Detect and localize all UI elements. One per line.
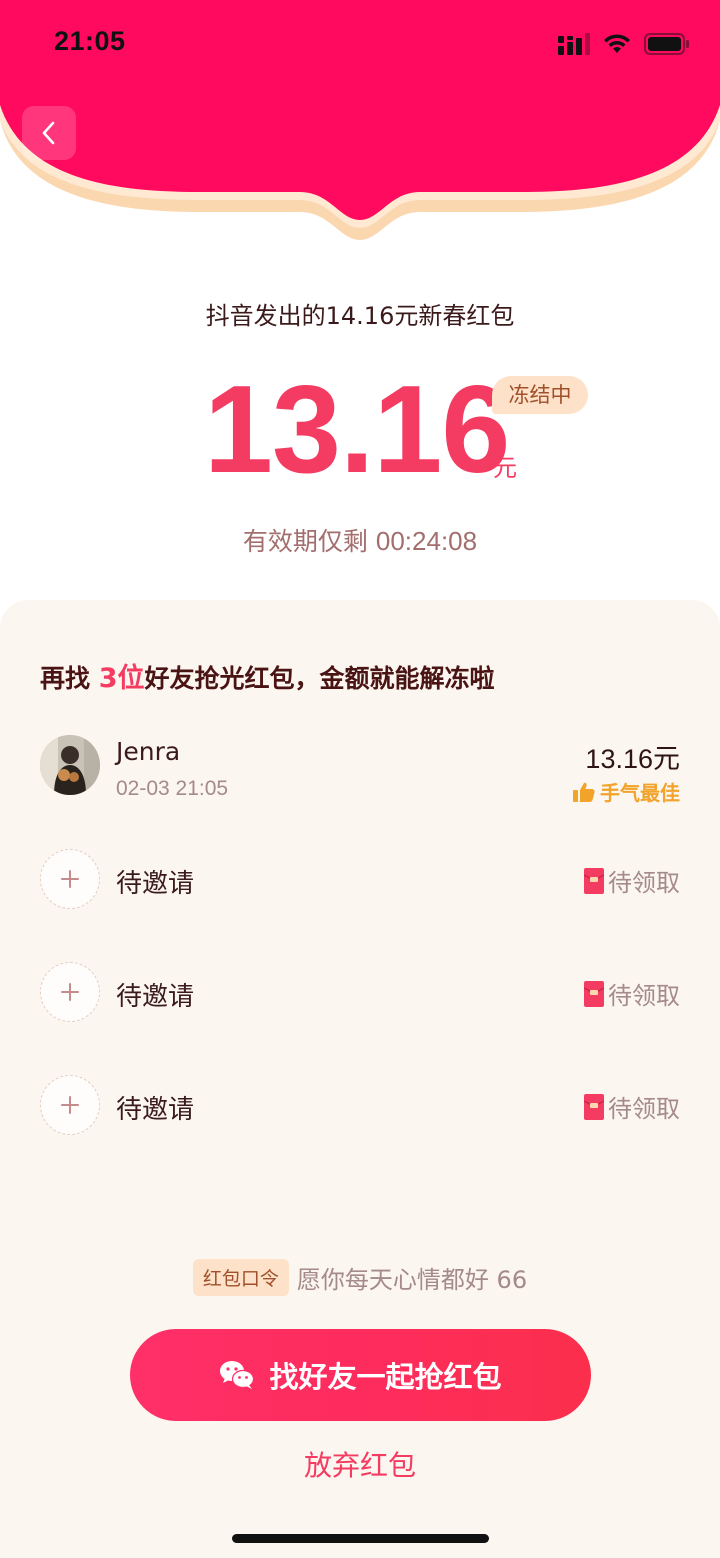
pending-invite-label: 待邀请 bbox=[116, 1095, 195, 1125]
red-packet-password: 红包口令 愿你每天心情都好 66 bbox=[0, 1259, 720, 1296]
recipient-row: Jenra 02-03 21:05 13.16元 手气最佳 bbox=[0, 735, 720, 815]
pending-invite-row[interactable]: 待邀请 待领取 bbox=[0, 962, 720, 1042]
recipient-name: Jenra bbox=[116, 737, 181, 766]
avatar-photo bbox=[40, 735, 100, 795]
countdown-timer: 00:24:08 bbox=[375, 526, 478, 556]
invite-plus-button[interactable] bbox=[40, 849, 100, 909]
recipient-amount: 13.16元 bbox=[585, 744, 680, 774]
pending-status: 待领取 bbox=[584, 863, 680, 898]
password-text: 愿你每天心情都好 66 bbox=[296, 1266, 528, 1294]
pending-invite-row[interactable]: 待邀请 待领取 bbox=[0, 849, 720, 929]
invite-plus-button[interactable] bbox=[40, 1075, 100, 1135]
battery-icon bbox=[644, 33, 689, 55]
wechat-icon bbox=[220, 1361, 255, 1389]
frozen-status-badge: 冻结中 bbox=[492, 376, 588, 414]
invite-title-suffix: 好友抢光红包，金额就能解冻啦 bbox=[144, 664, 495, 693]
best-luck-badge: 手气最佳 bbox=[572, 777, 680, 806]
pending-invite-label: 待邀请 bbox=[116, 982, 195, 1012]
red-envelope-icon bbox=[584, 1093, 604, 1120]
pending-status-label: 待领取 bbox=[608, 982, 680, 1010]
chevron-left-icon bbox=[42, 121, 55, 145]
recipient-time: 02-03 21:05 bbox=[116, 777, 229, 800]
amount-block: 13.16 冻结中 元 bbox=[0, 368, 720, 498]
pending-status: 待领取 bbox=[584, 1089, 680, 1124]
sender-line: 抖音发出的14.16元新春红包 bbox=[205, 302, 515, 330]
validity-label: 有效期仅剩 bbox=[242, 527, 368, 556]
best-luck-label: 手气最佳 bbox=[600, 781, 680, 805]
amount-unit: 元 bbox=[493, 454, 517, 482]
pending-status-label: 待领取 bbox=[608, 1095, 680, 1123]
red-packet-amount: 13.16 bbox=[204, 361, 510, 499]
pending-status-label: 待领取 bbox=[608, 869, 680, 897]
back-button[interactable] bbox=[22, 106, 76, 160]
plus-icon bbox=[61, 870, 79, 888]
invite-title-prefix: 再找 bbox=[40, 664, 91, 693]
share-with-friends-button[interactable]: 找好友一起抢红包 bbox=[130, 1329, 591, 1421]
avatar bbox=[40, 735, 100, 795]
pending-invite-label: 待邀请 bbox=[116, 869, 195, 899]
status-bar: 21:05 bbox=[0, 0, 720, 88]
cellular-signal-icon bbox=[558, 33, 590, 55]
validity-line: 有效期仅剩 00:24:08 bbox=[0, 522, 720, 558]
pending-status: 待领取 bbox=[584, 976, 680, 1011]
home-indicator bbox=[232, 1534, 489, 1543]
password-tag: 红包口令 bbox=[192, 1259, 289, 1296]
plus-icon bbox=[61, 1096, 79, 1114]
plus-icon bbox=[61, 983, 79, 1001]
status-icons bbox=[558, 30, 690, 58]
share-button-label: 找好友一起抢红包 bbox=[269, 1360, 502, 1394]
status-time: 21:05 bbox=[54, 26, 126, 56]
red-envelope-icon bbox=[584, 867, 604, 894]
abandon-red-packet-button[interactable]: 放弃红包 bbox=[0, 1444, 720, 1484]
invite-title-count: 3位 bbox=[98, 663, 145, 694]
thumbs-up-icon bbox=[573, 782, 595, 802]
invite-title: 再找 3位好友抢光红包，金额就能解冻啦 bbox=[40, 656, 495, 695]
invite-plus-button[interactable] bbox=[40, 962, 100, 1022]
wifi-icon bbox=[604, 34, 630, 53]
red-envelope-icon bbox=[584, 980, 604, 1007]
pending-invite-row[interactable]: 待邀请 待领取 bbox=[0, 1075, 720, 1155]
